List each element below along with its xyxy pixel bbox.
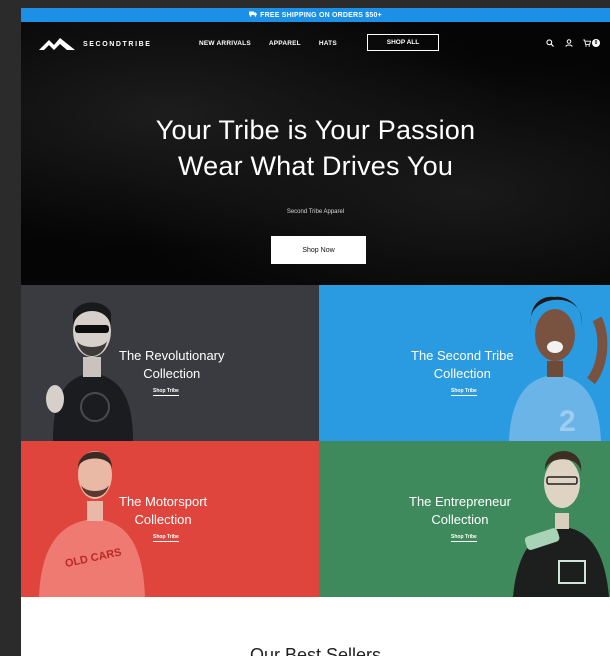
hero-subtitle: Second Tribe Apparel [286,209,345,215]
shop-tribe-link[interactable]: Shop Tribe [153,388,179,396]
best-sellers-title: Our Best Sellers [249,645,382,656]
nav-link-hats[interactable]: HATS [319,40,337,47]
promo-text: FREE SHIPPING ON ORDERS $50+ [260,11,382,19]
cart-icon[interactable]: 0 [583,38,600,48]
search-icon[interactable] [545,38,555,48]
user-icon[interactable] [564,38,574,48]
collection-title: The Entrepreneur Collection [409,494,511,527]
collection-title: The Second Tribe Collection [411,348,514,381]
best-sellers-section: Our Best Sellers [21,597,610,656]
hero-title-line-2: Wear What Drives You [177,151,454,181]
nav-links: NEW ARRIVALS APPAREL HATS [199,40,337,47]
page: FREE SHIPPING ON ORDERS $50+ SECONDTRIBE… [21,8,610,656]
truck-icon [249,11,257,19]
nav-link-apparel[interactable]: APPAREL [269,40,301,47]
shop-tribe-link[interactable]: Shop Tribe [451,388,477,396]
nav-icons: 0 [545,38,600,48]
shop-tribe-link[interactable]: Shop Tribe [451,534,477,542]
collection-tile-entrepreneur[interactable]: The Entrepreneur Collection Shop Tribe [319,441,610,597]
collection-tile-motorsport[interactable]: OLD CARS The Motorsport Collection Shop … [21,441,319,597]
collection-tile-second-tribe[interactable]: 2 The Second Tribe Collection Shop Tribe [319,285,610,441]
mountain-logo-icon [39,38,75,50]
promo-bar[interactable]: FREE SHIPPING ON ORDERS $50+ [21,8,610,22]
hero-title: Your Tribe is Your Passion Wear What Dri… [21,112,610,184]
hero-title-line-1: Your Tribe is Your Passion [155,115,476,145]
brand-name: SECONDTRIBE [83,40,152,48]
nav-link-new-arrivals[interactable]: NEW ARRIVALS [199,40,251,47]
model-image: 2 [509,296,608,441]
svg-text:2: 2 [559,405,576,438]
model-image [513,451,609,597]
collections-grid: The Revolutionary Collection Shop Tribe … [21,285,610,597]
collection-title: The Motorsport Collection [119,494,208,527]
cart-count-badge: 0 [592,39,600,47]
collection-title: The Revolutionary Collection [119,348,225,381]
brand-logo[interactable]: SECONDTRIBE [39,36,152,52]
main-nav: SECONDTRIBE NEW ARRIVALS APPAREL HATS SH… [21,22,610,66]
hero-banner: SECONDTRIBE NEW ARRIVALS APPAREL HATS SH… [21,22,610,285]
shop-all-button[interactable]: SHOP ALL [367,34,439,51]
shop-tribe-link[interactable]: Shop Tribe [153,534,179,542]
shop-now-button[interactable]: Shop Now [271,236,366,264]
collection-tile-revolutionary[interactable]: The Revolutionary Collection Shop Tribe [21,285,319,441]
